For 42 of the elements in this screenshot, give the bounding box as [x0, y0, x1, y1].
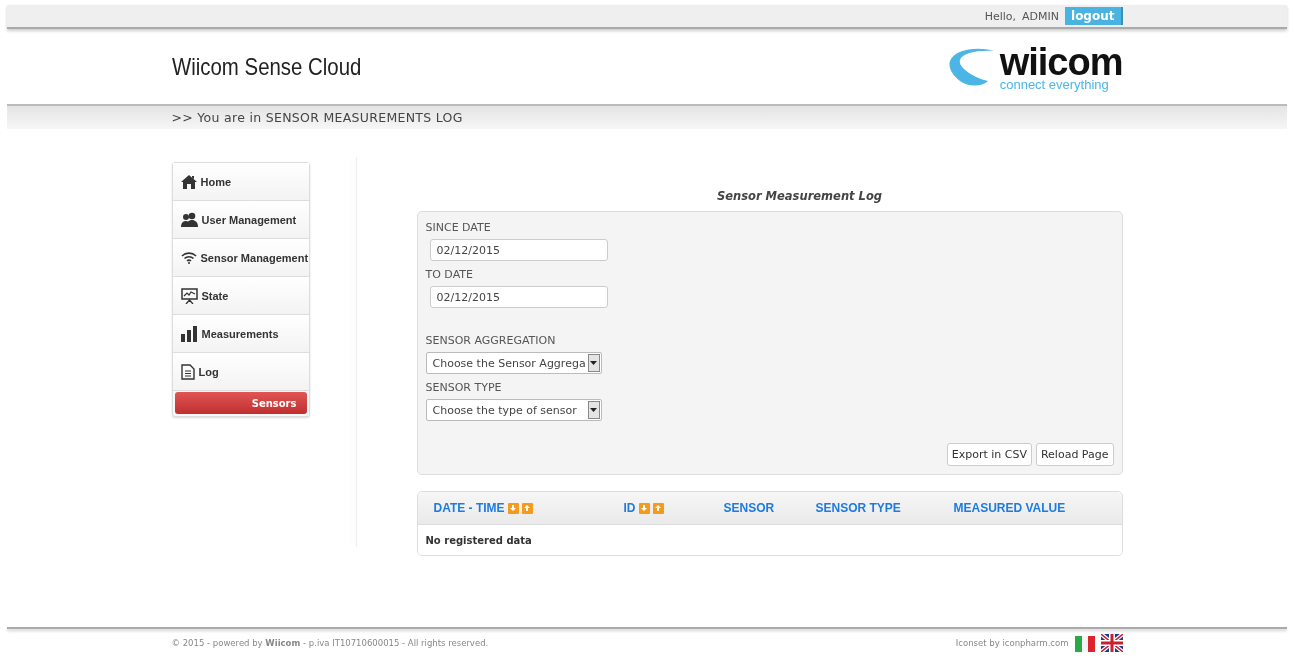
chart-board-icon: [180, 287, 198, 304]
column-header[interactable]: DATE - TIME: [433, 501, 505, 515]
sidebar-item[interactable]: State: [172, 277, 309, 315]
field-label: SENSOR AGGREGATION: [425, 334, 556, 347]
field-label: TO DATE: [425, 268, 473, 281]
document-icon: [180, 363, 195, 380]
field-label: SINCE DATE: [425, 221, 491, 234]
sort-ascending-icon[interactable]: [521, 502, 533, 514]
column-header[interactable]: SENSOR: [723, 501, 775, 515]
greeting-text: Hello,: [984, 9, 1017, 23]
wifi-icon: [180, 251, 197, 264]
italy-flag-icon[interactable]: [1074, 634, 1095, 652]
sidebar-item[interactable]: User Management: [172, 201, 309, 239]
column-header[interactable]: ID: [623, 501, 636, 515]
dropdown[interactable]: Choose the Sensor Aggrega: [425, 352, 602, 374]
breadcrumb-text: >> You are in SENSOR MEASUREMENTS LOG: [171, 110, 463, 125]
sidebar-subitem[interactable]: Sensors: [174, 392, 307, 414]
users-icon: [180, 212, 198, 227]
sort-descending-icon[interactable]: [507, 502, 519, 514]
panel-title: Sensor Measurement Log: [715, 189, 884, 203]
sidebar-item[interactable]: Log: [172, 353, 309, 391]
bar-chart-icon: [180, 325, 198, 342]
home-icon: [180, 173, 197, 190]
sidebar-item[interactable]: Home: [172, 163, 309, 201]
sidebar-item[interactable]: Sensor Management: [172, 239, 309, 277]
iconset-credit: Iconset by iconpharm.com: [955, 638, 1069, 648]
action-button[interactable]: Reload Page: [1035, 443, 1114, 466]
column-header[interactable]: MEASURED VALUE: [953, 501, 1066, 515]
action-button[interactable]: Export in CSV: [946, 443, 1032, 466]
date-field[interactable]: 02/12/2015: [429, 286, 608, 308]
site-title: Wiicom Sense Cloud: [171, 52, 361, 81]
sort-descending-icon[interactable]: [638, 502, 650, 514]
uk-flag-icon[interactable]: [1100, 634, 1123, 652]
field-label: SENSOR TYPE: [425, 381, 502, 394]
username-text: ADMIN: [1022, 9, 1059, 23]
column-header[interactable]: SENSOR TYPE: [815, 501, 901, 515]
date-field[interactable]: 02/12/2015: [429, 239, 608, 261]
copyright-text: © 2015 - powered by Wiicom - p.iva IT10710600015 - All rights reserved.: [171, 638, 489, 648]
empty-message: No registered data: [425, 534, 532, 546]
dropdown[interactable]: Choose the type of sensor: [425, 399, 602, 421]
sidebar-item[interactable]: Measurements: [172, 315, 309, 353]
sort-ascending-icon[interactable]: [652, 502, 664, 514]
